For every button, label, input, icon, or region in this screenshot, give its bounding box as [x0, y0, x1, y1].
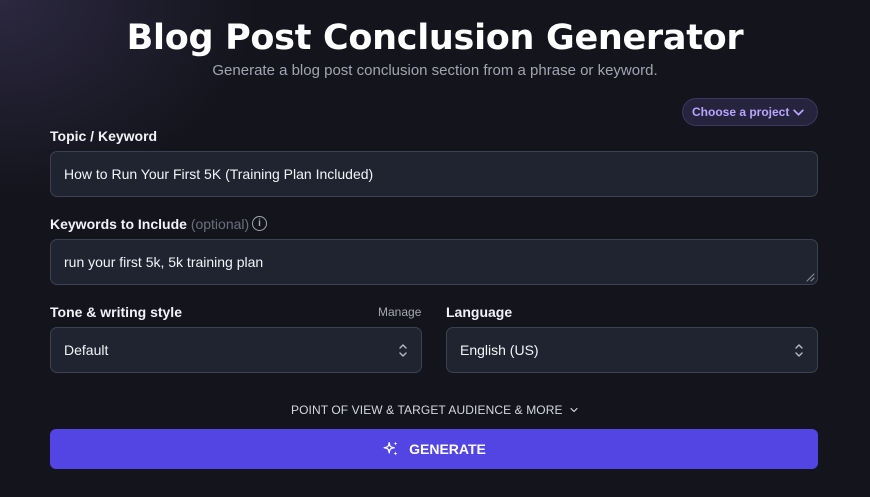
info-icon[interactable]: i	[252, 216, 267, 231]
tone-select-value: Default	[64, 342, 109, 358]
generate-button[interactable]: GENERATE	[50, 429, 818, 469]
more-options-toggle[interactable]: POINT OF VIEW & TARGET AUDIENCE & MORE	[0, 403, 870, 417]
resize-grip-icon[interactable]	[805, 272, 815, 282]
keywords-textarea[interactable]: run your first 5k, 5k training plan	[50, 239, 818, 285]
keywords-label: Keywords to Include (optional)	[50, 216, 249, 232]
page-title: Blog Post Conclusion Generator	[126, 18, 744, 58]
keywords-label-text: Keywords to Include	[50, 216, 187, 232]
manage-tones-link[interactable]: Manage	[378, 305, 421, 319]
generate-label: GENERATE	[409, 441, 486, 457]
chevron-down-icon	[570, 407, 578, 412]
choose-project-label: Choose a project	[692, 105, 790, 119]
topic-input[interactable]: How to Run Your First 5K (Training Plan …	[50, 151, 818, 197]
more-options-label: POINT OF VIEW & TARGET AUDIENCE & MORE	[290, 403, 563, 417]
language-select[interactable]: English (US)	[446, 327, 818, 373]
sparkle-icon	[382, 440, 400, 458]
keywords-textarea-value: run your first 5k, 5k training plan	[64, 254, 264, 270]
language-label: Language	[446, 304, 513, 320]
page-subtitle: Generate a blog post conclusion section …	[212, 62, 658, 79]
choose-project-button[interactable]: Choose a project	[682, 98, 818, 126]
optional-hint: (optional)	[190, 216, 250, 232]
topic-input-value: How to Run Your First 5K (Training Plan …	[64, 166, 374, 182]
select-arrows-icon	[399, 344, 407, 357]
tone-select[interactable]: Default	[50, 327, 422, 373]
select-arrows-icon	[795, 344, 803, 357]
tone-label: Tone & writing style	[50, 304, 182, 320]
info-icon-glyph: i	[258, 218, 261, 229]
chevron-down-icon	[793, 109, 804, 116]
topic-label: Topic / Keyword	[50, 128, 158, 144]
language-select-value: English (US)	[460, 342, 539, 358]
